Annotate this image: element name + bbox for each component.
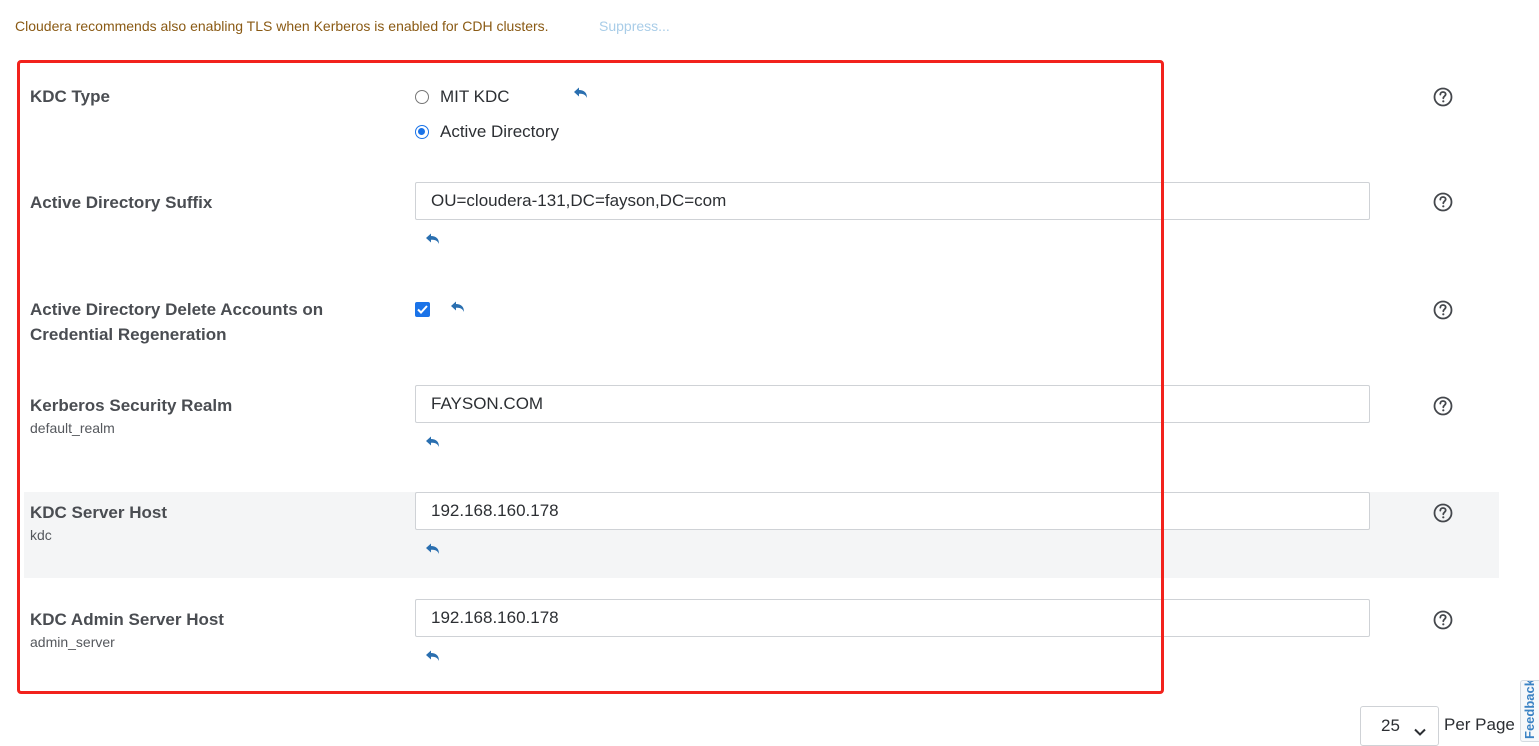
security-realm-key: default_realm — [30, 420, 115, 436]
radio-mit-kdc[interactable]: MIT KDC — [415, 86, 510, 108]
help-icon[interactable] — [1433, 192, 1453, 212]
help-icon[interactable] — [1433, 87, 1453, 107]
undo-icon[interactable] — [424, 542, 442, 558]
kdc-server-host-input[interactable] — [415, 492, 1370, 530]
suppress-link[interactable]: Suppress... — [599, 18, 670, 34]
radio-active-directory[interactable]: Active Directory — [415, 121, 559, 143]
ad-delete-accounts-checkbox[interactable] — [415, 302, 430, 317]
kdc-server-host-label: KDC Server Host — [30, 503, 167, 522]
ad-suffix-input[interactable] — [415, 182, 1370, 220]
feedback-tab[interactable]: Feedback — [1520, 680, 1539, 742]
kdc-server-host-key: kdc — [30, 527, 52, 543]
kdc-admin-server-host-label: KDC Admin Server Host — [30, 610, 224, 629]
ad-delete-accounts-label: Active Directory Delete Accounts on Cred… — [30, 300, 324, 344]
help-icon[interactable] — [1433, 300, 1453, 320]
feedback-tab-label: Feedback — [1522, 680, 1537, 739]
ad-suffix-label: Active Directory Suffix — [30, 193, 213, 212]
security-realm-row: Kerberos Security Realm default_realm — [24, 375, 1499, 475]
ad-suffix-row: Active Directory Suffix — [24, 172, 1499, 262]
radio-button[interactable] — [415, 90, 429, 104]
per-page-label: Per Page — [1444, 715, 1515, 734]
per-page-value: 25 — [1381, 716, 1400, 735]
undo-icon[interactable] — [572, 86, 590, 102]
tls-recommendation-notice: Cloudera recommends also enabling TLS wh… — [15, 18, 549, 34]
security-realm-label: Kerberos Security Realm — [30, 396, 233, 415]
undo-icon[interactable] — [424, 232, 442, 248]
kdc-type-row: KDC Type MIT KDC Active Directory — [24, 78, 1499, 158]
kdc-admin-server-host-input[interactable] — [415, 599, 1370, 637]
undo-icon[interactable] — [424, 435, 442, 451]
kdc-admin-server-host-key: admin_server — [30, 634, 115, 650]
per-page-select[interactable]: 25 — [1360, 706, 1439, 746]
chevron-down-icon — [1414, 721, 1426, 741]
radio-label: MIT KDC — [440, 87, 510, 106]
ad-delete-accounts-row: Active Directory Delete Accounts on Cred… — [24, 282, 1499, 366]
undo-icon[interactable] — [449, 300, 467, 316]
help-icon[interactable] — [1433, 396, 1453, 416]
radio-label: Active Directory — [440, 122, 560, 141]
kdc-admin-server-host-row: KDC Admin Server Host admin_server — [24, 590, 1499, 680]
help-icon[interactable] — [1433, 503, 1453, 523]
kdc-type-label: KDC Type — [30, 87, 110, 106]
radio-button[interactable] — [415, 125, 429, 139]
security-realm-input[interactable] — [415, 385, 1370, 423]
help-icon[interactable] — [1433, 610, 1453, 630]
undo-icon[interactable] — [424, 649, 442, 665]
kdc-server-host-row: KDC Server Host kdc — [24, 492, 1499, 578]
